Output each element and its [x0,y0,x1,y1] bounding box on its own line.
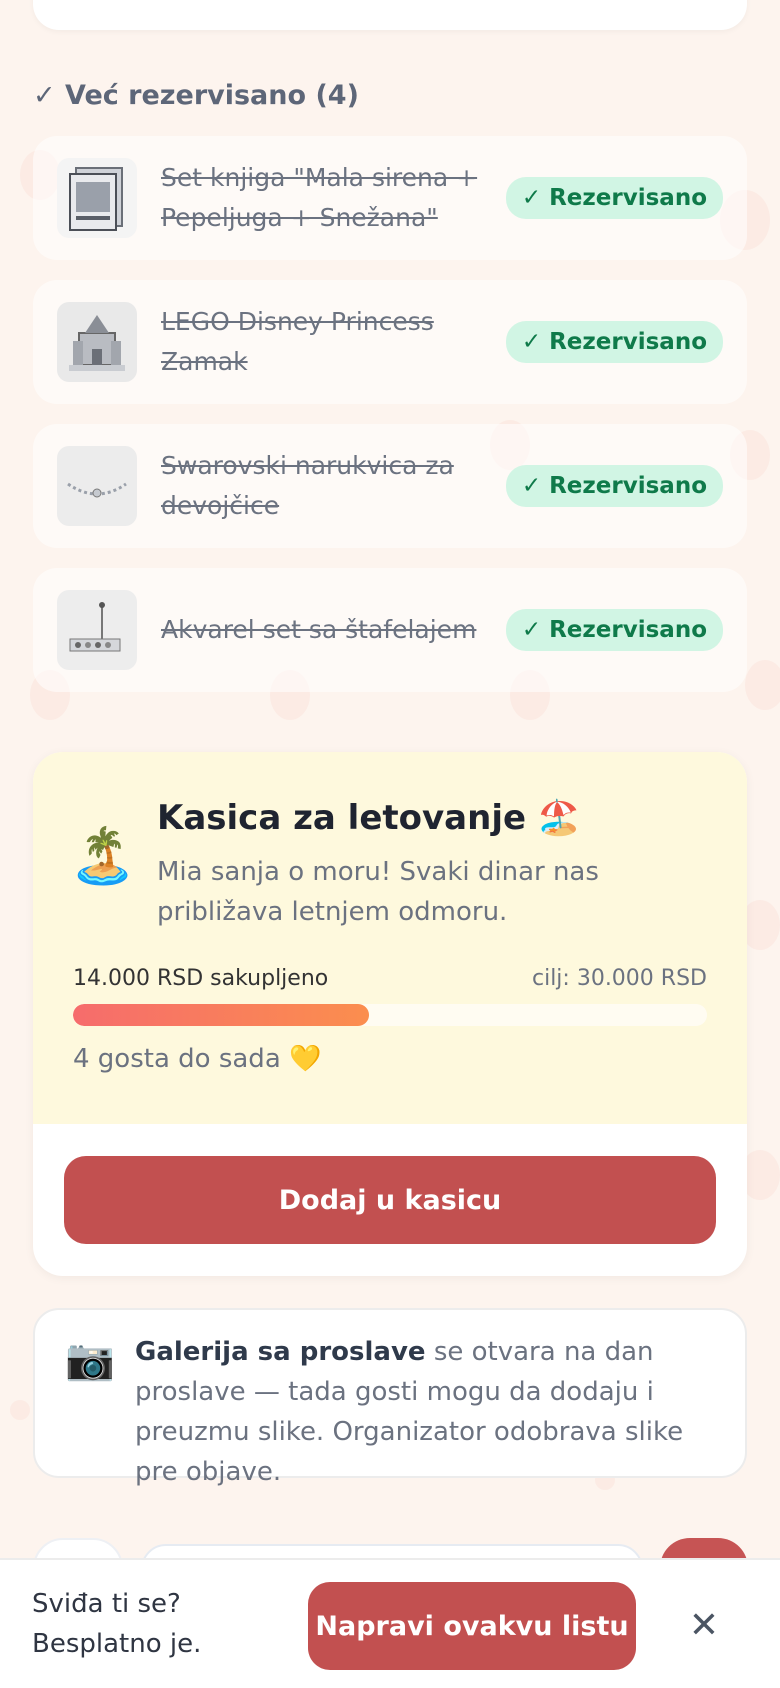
reserved-gift-item: Set knjiga "Mala sirena + Pepeljuga + Sn… [33,136,747,260]
fund-header: 🏝️ Kasica za letovanje 🏖️ Mia sanja o mo… [33,752,747,1124]
reserved-gift-item: Akvarel set sa štafelajem ✓ Rezervisano [33,568,747,692]
fund-progress-fill [73,1004,369,1026]
reserved-badge: ✓ Rezervisano [505,609,723,651]
gift-name: Swarovski narukvica za devojčice [161,451,454,520]
close-icon[interactable]: ✕ [684,1600,724,1650]
paint-set-icon [57,590,137,670]
reserved-gift-item: Swarovski narukvica za devojčice ✓ Rezer… [33,424,747,548]
reserved-section-title: ✓ Već rezervisano (4) [33,80,359,111]
castle-icon [57,302,137,382]
add-to-fund-button[interactable]: Dodaj u kasicu [64,1156,716,1244]
gallery-info-card: 📷 Galerija sa proslave se otvara na dan … [33,1308,747,1487]
reserved-badge: ✓ Rezervisano [505,465,723,507]
fund-description: Mia sanja o moru! Svaki dinar nas pribli… [157,857,599,927]
book-set-icon [57,158,137,238]
beach-umbrella-icon: 🏝️ [69,824,137,887]
promo-text: Sviđa ti se? Besplatno je. [32,1584,201,1664]
reserved-badge: ✓ Rezervisano [505,177,723,219]
gift-name: Akvarel set sa štafelajem [161,615,477,644]
create-list-button[interactable]: Napravi ovakvu listu [308,1582,636,1670]
reserved-gift-item: LEGO Disney Princess Zamak ✓ Rezervisano [33,280,747,404]
fund-progress-bar [73,1004,707,1026]
camera-icon: 📷 [65,1337,115,1383]
promo-line-2: Besplatno je. [32,1629,202,1659]
gift-name: Set knjiga "Mala sirena + Pepeljuga + Sn… [161,163,478,232]
promo-line-1: Sviđa ti se? [32,1589,181,1619]
previous-card [33,0,747,30]
fund-guest-count: 4 gosta do sada 💛 [73,1044,322,1074]
gallery-title: Galerija sa proslave [135,1337,426,1367]
fund-goal: cilj: 30.000 RSD [531,966,707,991]
fund-collected: 14.000 RSD sakupljeno [73,966,329,991]
vacation-fund-card: 🏝️ Kasica za letovanje 🏖️ Mia sanja o mo… [33,752,747,1276]
promo-bar: Sviđa ti se? Besplatno je. Napravi ovakv… [0,1558,780,1688]
gift-name: LEGO Disney Princess Zamak [161,307,434,376]
fund-title: Kasica za letovanje 🏖️ [157,798,581,838]
reserved-badge: ✓ Rezervisano [505,321,723,363]
bracelet-icon [57,446,137,526]
